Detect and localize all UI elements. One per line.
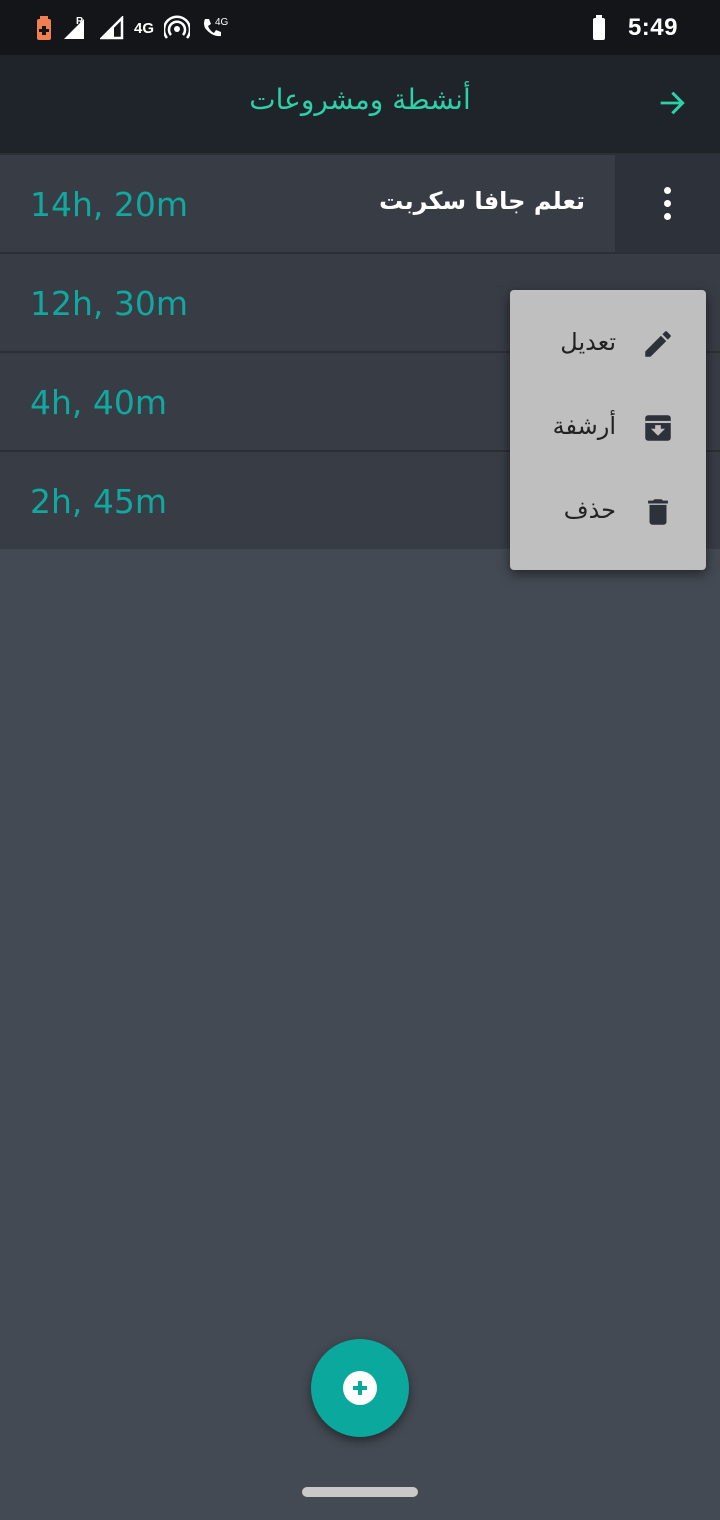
activity-duration: 4h, 40m <box>30 383 168 422</box>
archive-icon <box>640 410 676 446</box>
clock: 5:49 <box>627 14 678 41</box>
svg-text:4G: 4G <box>215 17 229 28</box>
plus-icon <box>343 1371 377 1405</box>
menu-item-label: أرشفة <box>552 412 616 440</box>
svg-text:R: R <box>76 16 84 27</box>
context-menu: تعديل أرشفة حذف <box>510 290 706 570</box>
add-activity-button[interactable] <box>311 1339 409 1437</box>
status-right: 5:49 <box>592 14 678 42</box>
menu-item-delete[interactable]: حذف <box>510 472 706 556</box>
back-button[interactable] <box>652 83 692 123</box>
activity-duration: 2h, 45m <box>30 482 168 521</box>
network-type-label: 4G <box>134 19 155 37</box>
hotspot-icon <box>164 14 191 42</box>
volte-call-icon: 4G <box>200 14 230 42</box>
menu-item-edit[interactable]: تعديل <box>510 304 706 388</box>
signal-roaming-icon: R <box>62 14 90 42</box>
trash-icon <box>640 494 676 530</box>
more-options-button[interactable] <box>615 155 720 252</box>
page-title: أنشطة ومشروعات <box>249 83 471 116</box>
menu-item-label: حذف <box>563 496 616 524</box>
home-gesture-handle[interactable] <box>302 1487 418 1497</box>
menu-item-archive[interactable]: أرشفة <box>510 388 706 472</box>
battery-icon <box>592 14 606 42</box>
more-vert-icon <box>664 187 671 220</box>
status-left: R 4G 4G <box>36 14 230 42</box>
app-bar: أنشطة ومشروعات <box>0 55 720 153</box>
arrow-forward-icon <box>660 91 685 115</box>
status-bar: R 4G 4G 5:49 <box>0 0 720 55</box>
activity-duration: 12h, 30m <box>30 284 189 323</box>
menu-item-label: تعديل <box>560 328 616 356</box>
list-item[interactable]: 14h, 20m تعلم جافا سكربت <box>0 153 720 252</box>
signal-icon <box>100 14 124 42</box>
battery-saver-icon <box>36 14 52 42</box>
activity-duration: 14h, 20m <box>30 185 189 224</box>
pencil-icon <box>640 326 676 362</box>
activity-name: تعلم جافا سكربت <box>379 187 585 215</box>
